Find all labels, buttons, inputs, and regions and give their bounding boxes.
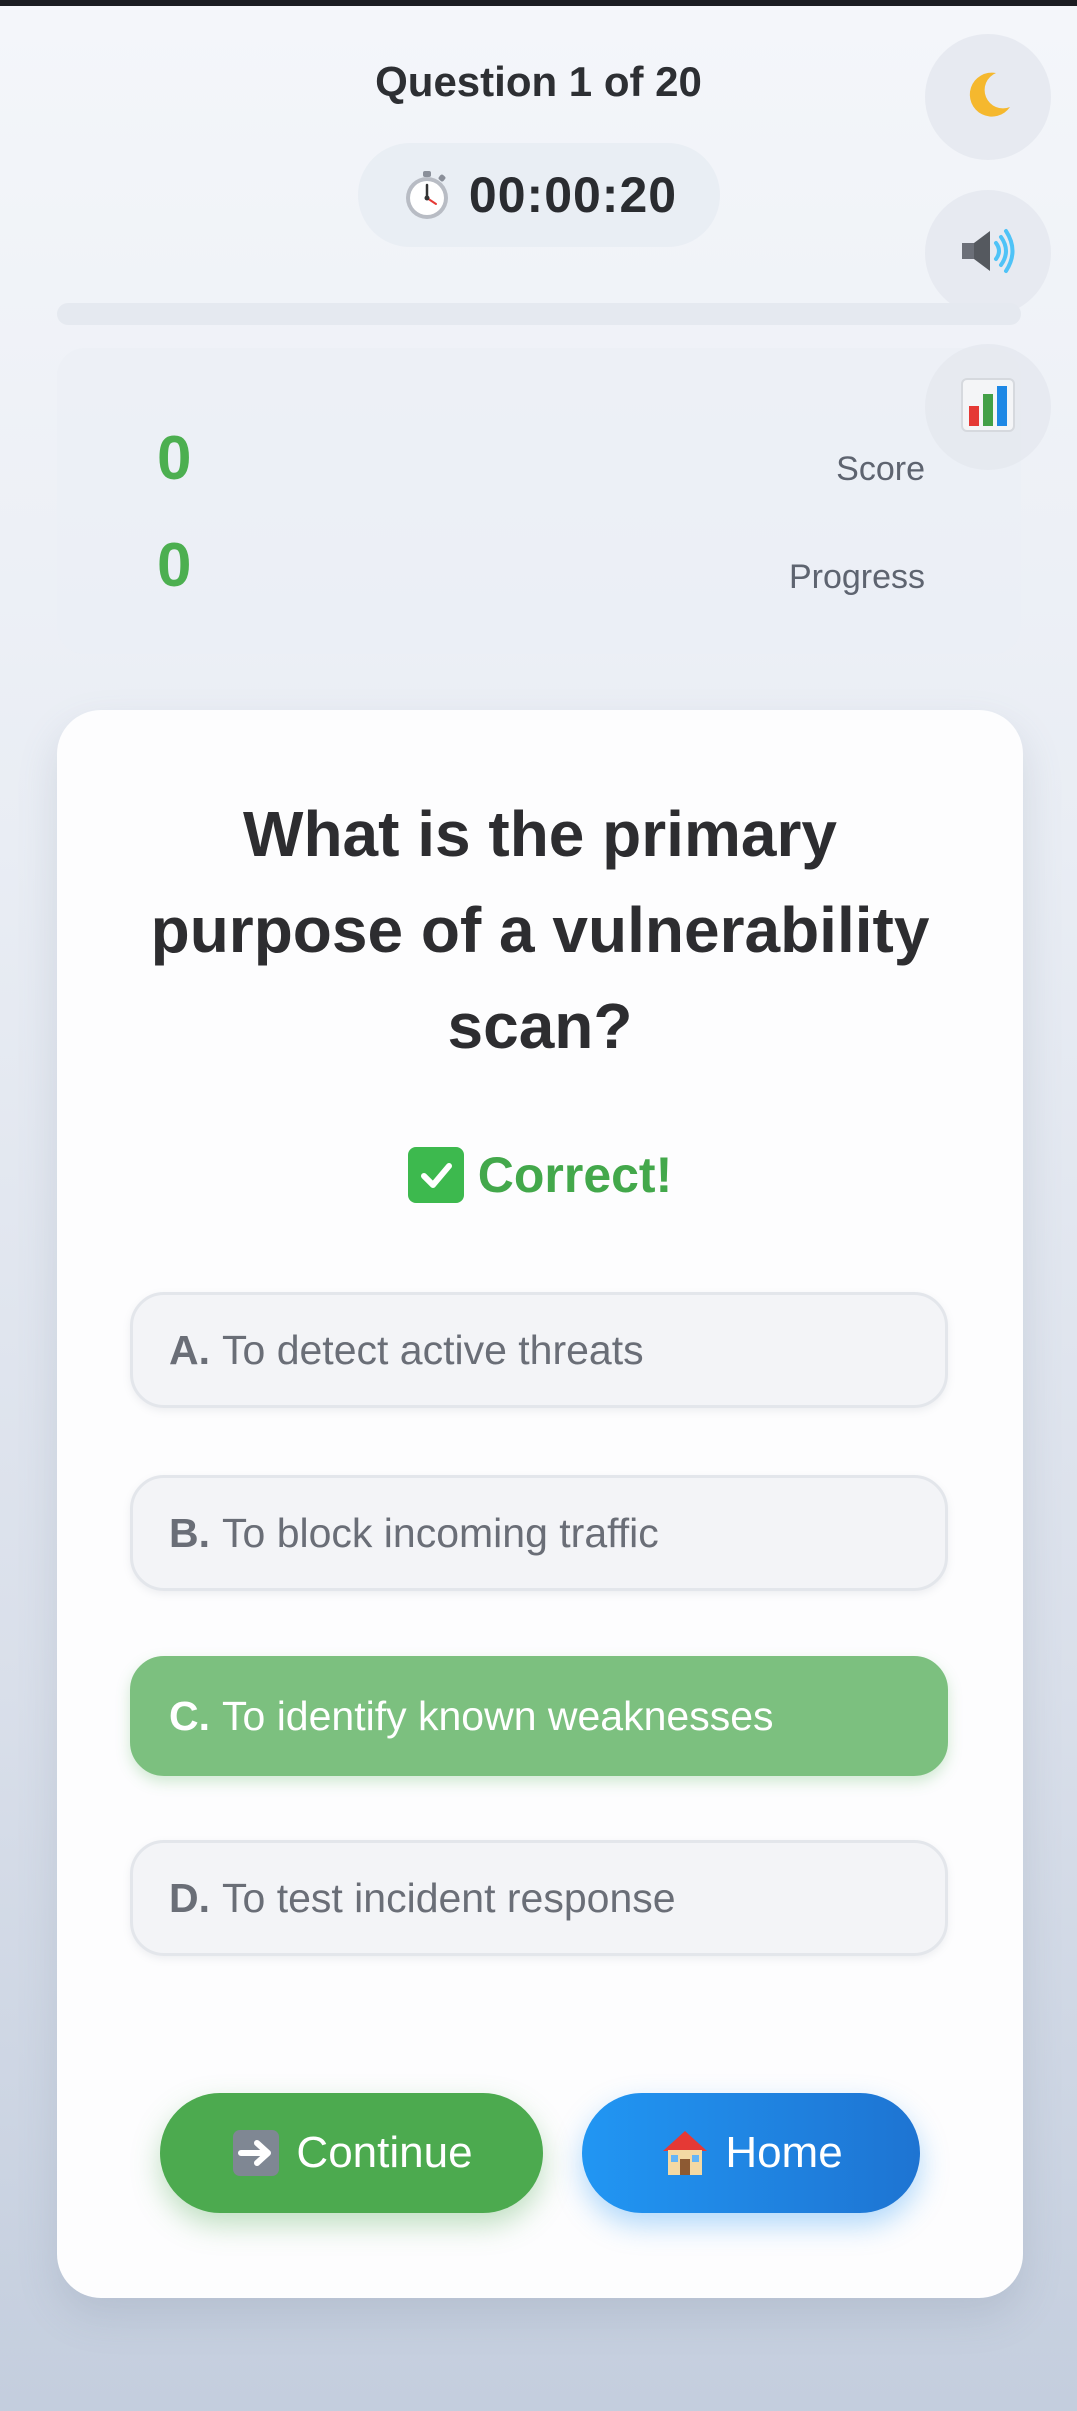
progress-label: Progress [788,558,925,596]
question-text: What is the primary purpose of a vulnera… [150,798,930,1062]
option-letter: D. [169,1874,210,1921]
stopwatch-icon [401,169,453,221]
option-text: To test incident response [222,1874,676,1921]
option-c[interactable]: C. To identify known weaknesses [130,1656,948,1776]
home-label: Home [725,2128,843,2177]
timer-value: 00:00:20 [468,167,678,223]
option-text: To detect active threats [222,1326,644,1373]
house-icon [659,2127,711,2179]
question-card: What is the primary purpose of a vulnera… [57,710,1023,2298]
option-b[interactable]: B. To block incoming traffic [130,1475,948,1591]
timer: 00:00:20 [358,143,720,247]
option-a[interactable]: A. To detect active threats [130,1292,948,1408]
home-button[interactable]: Home [582,2093,920,2213]
feedback-text: Correct! [477,1147,673,1203]
stats-panel: 0 Score 0 Progress [57,348,1021,654]
sound-toggle-button[interactable] [925,190,1051,316]
score-value: 0 [157,424,192,493]
continue-label: Continue [296,2128,473,2177]
crescent-moon-icon [960,67,1016,128]
score-label: Score [836,450,925,488]
option-letter: C. [169,1692,210,1739]
continue-button[interactable]: Continue [160,2093,543,2213]
answer-feedback: Correct! [57,1146,1023,1204]
question-counter: Question 1 of 20 [375,58,702,105]
option-letter: B. [169,1509,210,1556]
option-text: To identify known weaknesses [222,1692,774,1739]
bar-chart-icon [959,376,1017,439]
progress-bar [57,303,1021,325]
speaker-icon [956,219,1020,288]
top-edge-bar [0,0,1077,6]
option-letter: A. [169,1326,210,1373]
option-d[interactable]: D. To test incident response [130,1840,948,1956]
right-arrow-icon [230,2127,282,2179]
option-text: To block incoming traffic [222,1509,659,1556]
stats-button[interactable] [925,344,1051,470]
progress-value: 0 [157,531,192,600]
check-mark-icon [407,1147,464,1203]
theme-toggle-button[interactable] [925,34,1051,160]
